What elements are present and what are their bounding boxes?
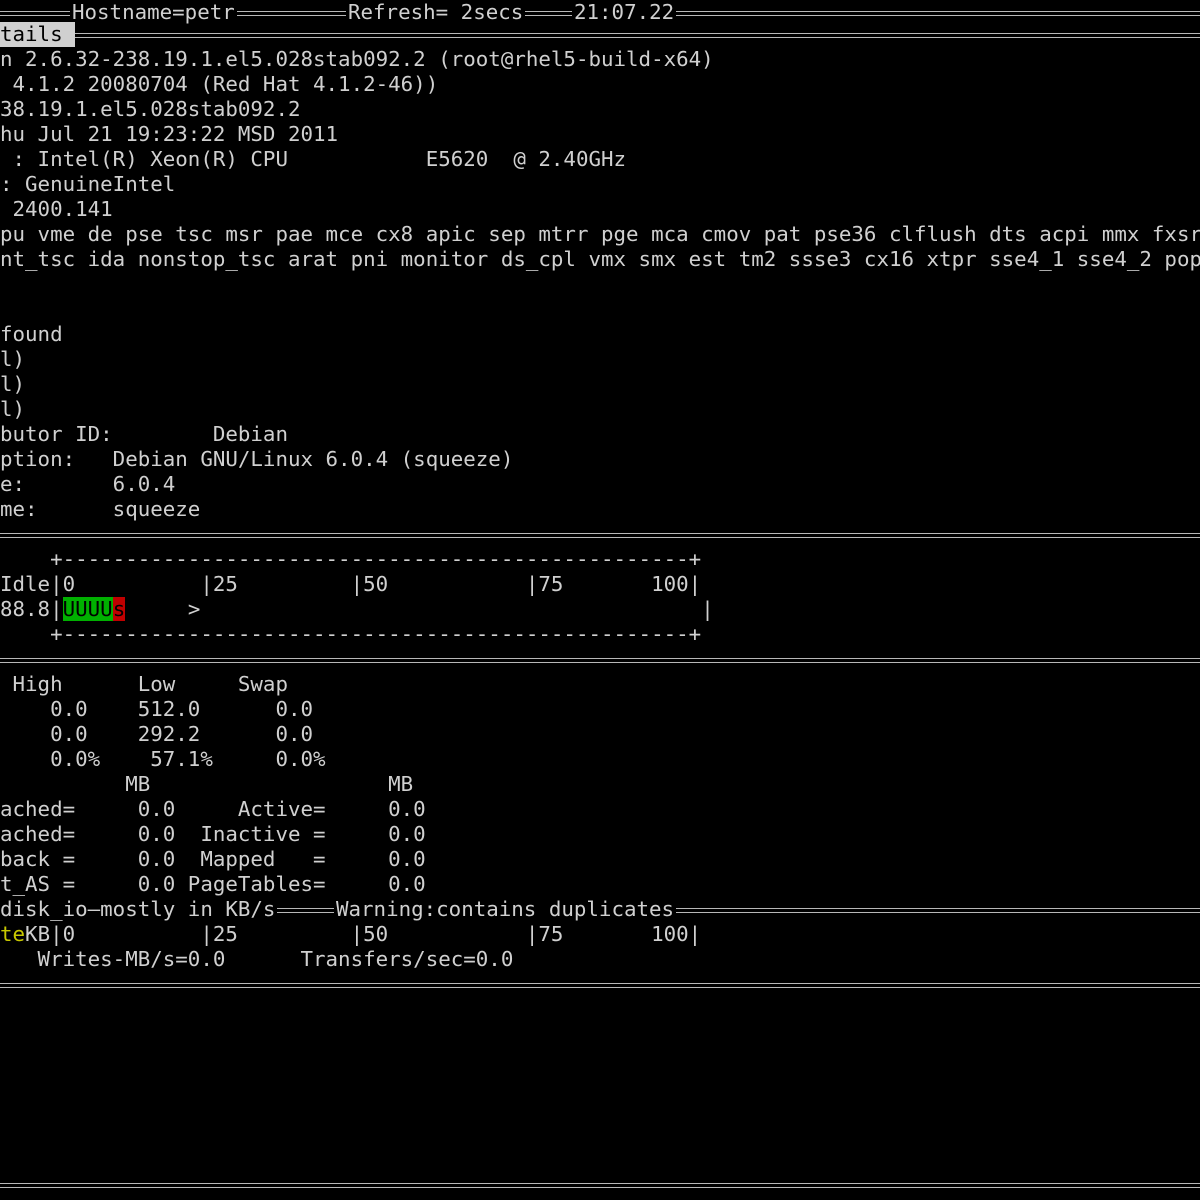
memory-detail-row: back = 0.0 Mapped = 0.0 — [0, 847, 426, 871]
memory-percent-row: 0.0% 57.1% 0.0% — [0, 747, 326, 771]
memory-units-row: MB MB — [0, 772, 414, 796]
memory-detail-row: ached= 0.0 Inactive = 0.0 — [0, 822, 426, 846]
lsb-line: l) — [0, 397, 26, 421]
kernel-line: 38.19.1.el5.028stab092.2 — [0, 97, 301, 121]
cpu-idle-value: 88.8| — [0, 597, 63, 621]
cpu-flags-line: pu vme de pse tsc msr pae mce cx8 apic s… — [0, 222, 1200, 246]
memory-detail-row: ached= 0.0 Active= 0.0 — [0, 797, 426, 821]
cpu-section-divider — [0, 522, 1200, 547]
cpu-graph-bar-row: 88.8|UUUUs > | — [0, 597, 1200, 622]
kernel-line: n 2.6.32-238.19.1.el5.028stab092.2 (root… — [0, 47, 714, 71]
memory-detail-row: t_AS = 0.0 PageTables= 0.0 — [0, 872, 426, 896]
disk-name-fragment: te — [0, 922, 26, 946]
disk-graph-scale: KB|0 |25 |50 |75 100| — [25, 922, 702, 946]
nmon-terminal-screen: Hostname=petr Refresh= 2secs 21:07.22 ta… — [0, 0, 1200, 1200]
cpu-graph-scale: |0 |25 |50 |75 100| — [50, 572, 702, 596]
lsb-description-line: ption: Debian GNU/Linux 6.0.4 (squeeze) — [0, 447, 514, 471]
cpu-mhz-line: 2400.141 — [0, 197, 113, 221]
lsb-distributor-line: butor ID: Debian — [0, 422, 288, 446]
cpu-graph-tail: > | — [125, 597, 714, 621]
lsb-codename-line: me: squeeze — [0, 497, 201, 521]
cpu-idle-label: Idle — [0, 572, 51, 596]
memory-free-row: 0.0 292.2 0.0 — [0, 722, 314, 746]
cpu-user-bar: UUUU — [62, 597, 113, 621]
disk-duplicates-warning: Warning:contains duplicates — [334, 897, 677, 922]
disk-section-bottom-rule — [0, 972, 1200, 997]
disk-stats-row: Writes-MB/s=0.0 Transfers/sec=0.0 — [0, 947, 514, 971]
details-tab-row: tails — [0, 22, 1200, 47]
lsb-line: found — [0, 322, 63, 346]
memory-total-row: 0.0 512.0 0.0 — [0, 697, 314, 721]
disk-section-title: disk_io—mostly in KB/s — [0, 897, 278, 922]
cpu-graph-top-border: +---------------------------------------… — [0, 547, 702, 571]
details-tab[interactable]: tails — [0, 22, 75, 47]
cpu-vendor-line: : GenuineIntel — [0, 172, 176, 196]
cpu-sys-bar: s — [112, 597, 126, 621]
kernel-line: 4.1.2 20080704 (Red Hat 4.1.2-46)) — [0, 72, 439, 96]
memory-header: High Low Swap — [0, 672, 288, 696]
cpu-graph-scale-row: Idle|0 |25 |50 |75 100| — [0, 572, 1200, 597]
screen-bottom-rule — [0, 1172, 1200, 1197]
cpu-graph-bottom-border: +---------------------------------------… — [0, 622, 702, 646]
lsb-release-line: e: 6.0.4 — [0, 472, 176, 496]
cpu-model-line: : Intel(R) Xeon(R) CPU E5620 @ 2.40GHz — [0, 147, 627, 171]
kernel-line: hu Jul 21 19:23:22 MSD 2011 — [0, 122, 339, 146]
lsb-line: l) — [0, 347, 26, 371]
memory-section-divider — [0, 647, 1200, 672]
lsb-line: l) — [0, 372, 26, 396]
disk-graph-scale-row: teKB|0 |25 |50 |75 100| — [0, 922, 1200, 947]
disk-section-header: disk_io—mostly in KB/s Warning:contains … — [0, 897, 1200, 922]
cpu-flags-line: nt_tsc ida nonstop_tsc arat pni monitor … — [0, 247, 1200, 271]
